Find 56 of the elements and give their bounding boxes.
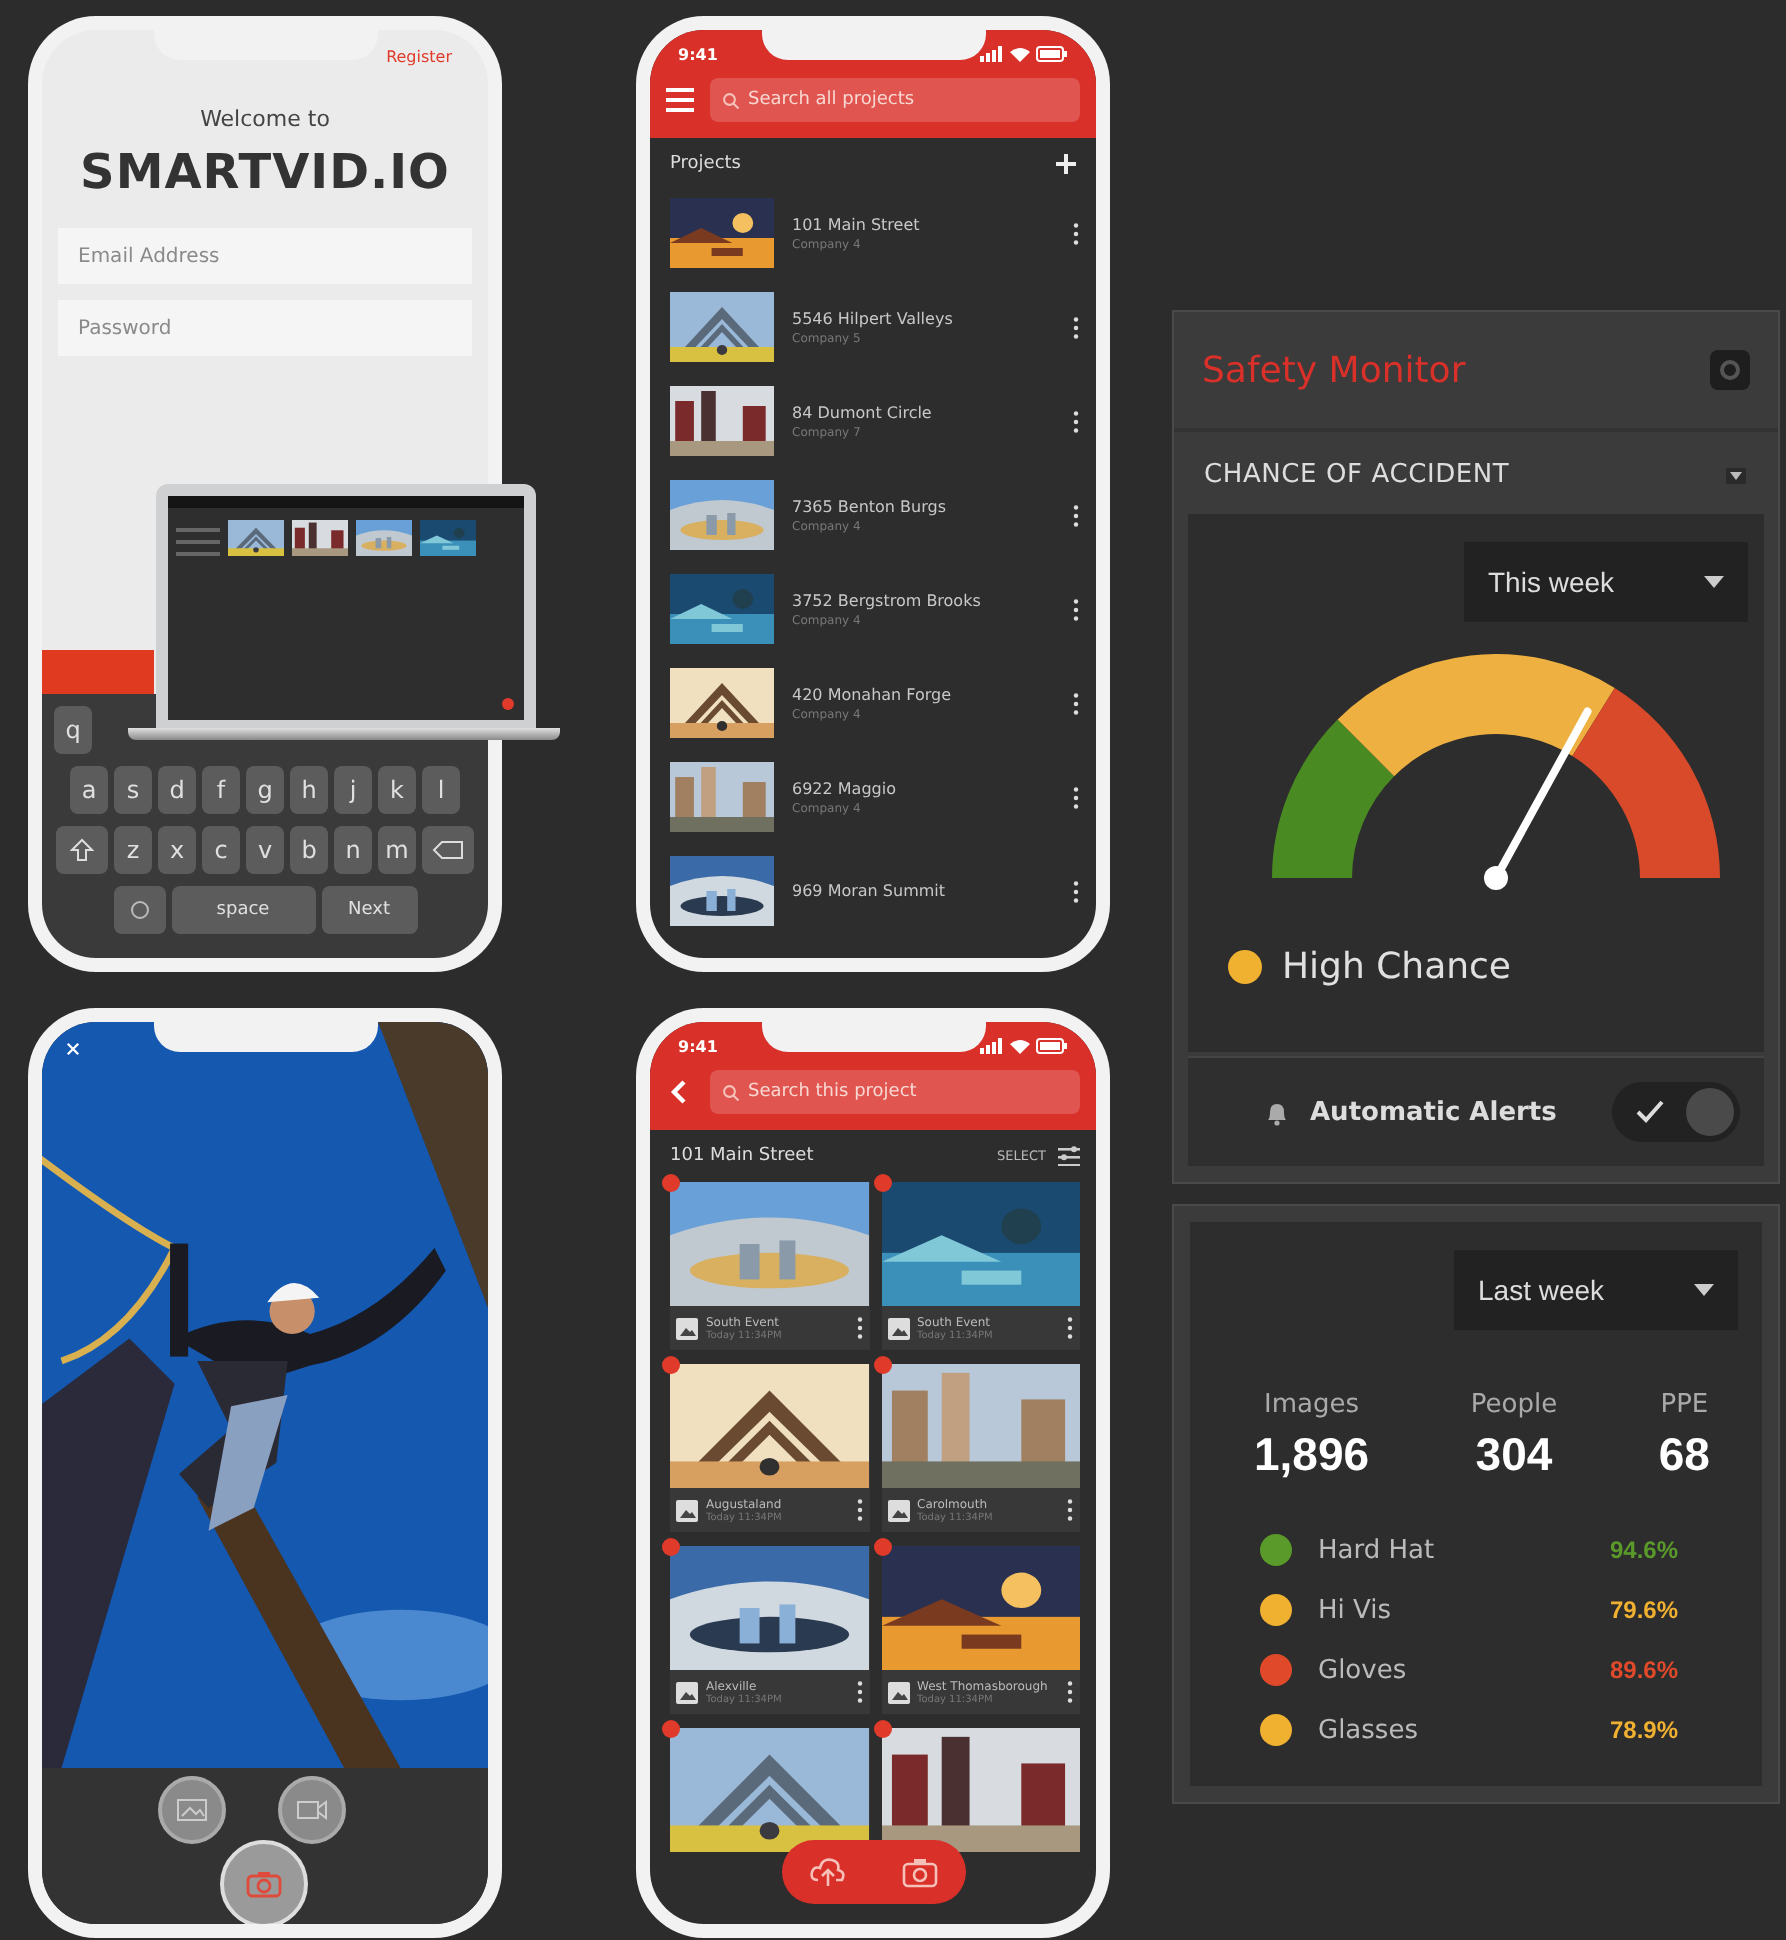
logo: SMARTVID.IO (78, 144, 452, 200)
stat-value: 1,896 (1254, 1428, 1370, 1482)
keyboard-key[interactable]: g (246, 766, 284, 814)
project-name[interactable]: 6922 Maggio (792, 779, 1054, 797)
list-heading: Projects (670, 154, 741, 174)
ppe-name: Glasses (1318, 1715, 1420, 1745)
email-field[interactable]: Email Address (58, 228, 472, 284)
keyboard-key[interactable]: a (70, 766, 108, 814)
keyboard-key[interactable]: j (334, 766, 372, 814)
keyboard-key[interactable]: c (202, 826, 240, 874)
keyboard-key[interactable]: z (114, 826, 152, 874)
status-time: 9:41 (678, 45, 718, 63)
keyboard-key[interactable]: d (158, 766, 196, 814)
keyboard-key[interactable]: b (290, 826, 328, 874)
keyboard-key[interactable]: f (202, 766, 240, 814)
stat-label: PPE (1660, 1390, 1709, 1420)
ppe-percent: 79.6% (1609, 1596, 1678, 1624)
stat-label: Images (1264, 1390, 1360, 1420)
project-name[interactable]: 969 Moran Summit (792, 882, 1054, 900)
ppe-name: Hard Hat (1318, 1535, 1437, 1565)
keyboard-key[interactable]: v (246, 826, 284, 874)
ppe-name: Hi Vis (1318, 1595, 1394, 1625)
keyboard-key[interactable]: n (334, 826, 372, 874)
ppe-percent: 89.6% (1609, 1656, 1678, 1684)
keyboard-key[interactable]: l (422, 766, 460, 814)
keyboard-key[interactable]: h (290, 766, 328, 814)
stat-value: 304 (1475, 1428, 1553, 1482)
project-name[interactable]: 420 Monahan Forge (792, 685, 1054, 703)
keyboard-key[interactable]: x (158, 826, 196, 874)
section-title: CHANCE OF ACCIDENT (1204, 460, 1510, 490)
alerts-label: Automatic Alerts (1310, 1097, 1559, 1127)
register-link[interactable]: Register (386, 48, 452, 66)
stat-value: 68 (1658, 1428, 1710, 1482)
space-key[interactable]: space (171, 886, 315, 934)
password-field[interactable]: Password (58, 300, 472, 356)
panel-title: Safety Monitor (1202, 349, 1466, 391)
ppe-percent: 94.6% (1609, 1536, 1678, 1564)
keyboard-key[interactable]: m (378, 826, 416, 874)
stat-label: People (1470, 1390, 1558, 1420)
keyboard-key[interactable]: q (54, 706, 92, 754)
project-name[interactable]: 3752 Bergstrom Brooks (792, 591, 1054, 609)
status-label: High Chance (1282, 946, 1511, 988)
project-name[interactable]: 101 Main Street (792, 215, 1054, 233)
keyboard-key[interactable]: k (378, 766, 416, 814)
ppe-name: Gloves (1318, 1655, 1409, 1685)
period-dropdown[interactable]: This week (1464, 542, 1748, 622)
welcome-text: Welcome to (198, 106, 332, 132)
project-name[interactable]: 84 Dumont Circle (792, 403, 1054, 421)
status-time: 9:41 (678, 1037, 718, 1055)
ppe-percent: 78.9% (1609, 1716, 1678, 1744)
period-dropdown[interactable]: Last week (1454, 1250, 1738, 1330)
project-title: 101 Main Street (670, 1146, 816, 1166)
keyboard-key[interactable]: s (114, 766, 152, 814)
next-key[interactable]: Next (321, 886, 417, 934)
project-name[interactable]: 5546 Hilpert Valleys (792, 309, 1054, 327)
project-name[interactable]: 7365 Benton Burgs (792, 497, 1054, 515)
